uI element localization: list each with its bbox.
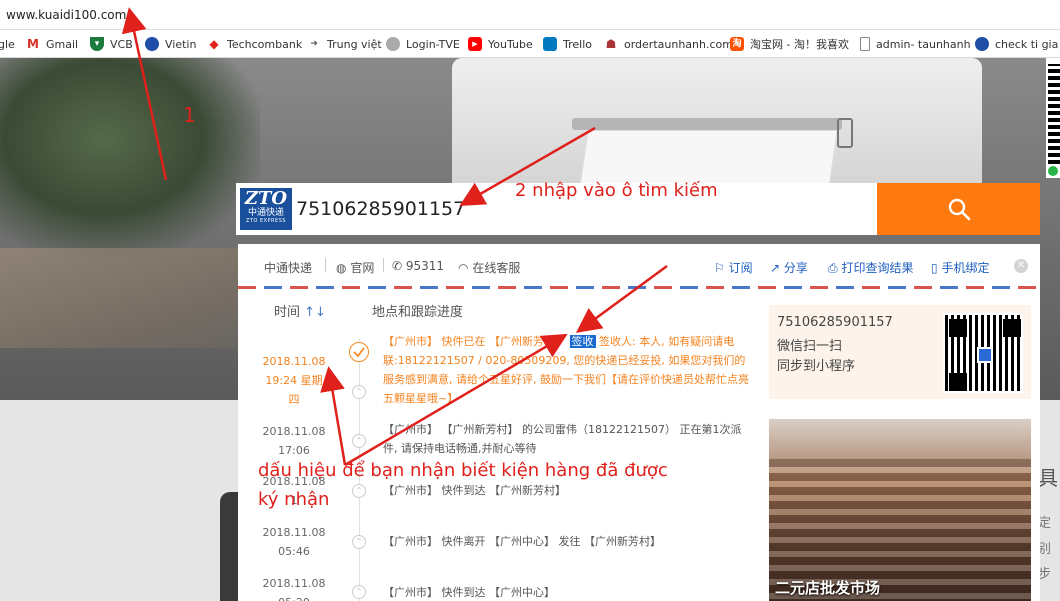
bookmark-taobao[interactable]: 淘淘宝网 - 淘！我喜欢 [730,36,849,52]
qr-code-icon[interactable] [943,313,1023,393]
event-text: 【广州市】 快件离开 【广州中心】 发往 【广州新芳村】 [383,535,661,548]
event-date: 2018.11.08 19:24 星期四 [262,355,326,406]
share-link[interactable]: ↗ 分享 [770,259,808,276]
signed-check-icon [349,342,369,362]
event-text-signed: 【广州市】 快件已在 【广州新芳村】 签收 签收人: 本人, 如有疑问请电联:1… [383,335,749,405]
timeline-dot: ⌃ [352,484,366,498]
bookmark-vcb[interactable]: ▾ VCB [90,36,133,52]
ad-caption: 二元店批发市场 [775,579,881,597]
annotation-step-2: 2 nhập vào ô tìm kiếm [515,180,718,201]
printer-icon: ⎙ [828,261,838,275]
search-button[interactable] [877,183,1040,235]
zto-logo: ZTO 中通快递 ZTO EXPRESS [240,188,292,230]
side-sync-text: 同步到小程序 [777,359,856,374]
arrow-icon: ➜ [307,37,321,51]
bookmark-admin-taunhanh[interactable]: admin- taunhanh [860,36,971,52]
timeline-dot: ⌃ [352,585,366,599]
side-tracking-number: 75106285901157 [777,315,893,330]
time-column-header[interactable]: 时间 ↑↓ [274,301,326,320]
event-text: 【广州市】 快件到达 【广州中心】 [383,586,555,599]
mobile-icon: ▯ [931,261,938,275]
url-text[interactable]: www.kuaidi100.com [6,8,126,22]
qr-code-icon [1048,64,1060,164]
side-scan-text: 微信扫一扫 [777,339,843,354]
bookmark-check-ti-gia[interactable]: check ti gia [975,36,1058,52]
print-link[interactable]: ⎙ 打印查询结果 [828,259,913,276]
bookmark-google[interactable]: gle [0,36,15,52]
event-date: 2018.11.08 05:46 [262,526,326,558]
bookmark-youtube[interactable]: ▶ YouTube [468,36,533,52]
timeline-dot: ⌃ [352,434,366,448]
detail-column-header: 地点和跟踪进度 [372,305,464,320]
airmail-divider [238,286,1040,289]
phone-link[interactable]: ✆ 95311 [392,259,444,273]
vcb-icon: ▾ [90,37,104,51]
wechat-icon [1048,166,1058,176]
annotation-step-1: 1 [183,103,196,127]
tracking-result-panel: 中通快递 ◍ 官网 ✆ 95311 ◠ 在线客服 ⚐ 订阅 ↗ 分享 ⎙ 打印查… [238,244,1040,601]
headset-icon: ◠ [458,261,469,275]
online-service-link[interactable]: ◠ 在线客服 [458,259,520,276]
bookmark-login-tve[interactable]: Login-TVE [386,36,460,52]
result-toolbar: 中通快递 ◍ 官网 ✆ 95311 ◠ 在线客服 ⚐ 订阅 ↗ 分享 ⎙ 打印查… [238,244,1040,286]
page-icon [860,37,870,51]
bookmarks-bar: gle MGmail ▾VCB Vietin ◆Techcombank ➜Tru… [0,30,1060,58]
wechat-sync-box: 75106285901157 微信扫一扫 同步到小程序 [769,305,1031,399]
login-icon [386,37,400,51]
vietin-icon [145,37,159,51]
signed-status-badge: 签收 [569,335,596,348]
address-bar[interactable]: www.kuaidi100.com [0,0,1060,30]
bookmark-ordertaunhanh[interactable]: ☗ ordertaunhanh.com [604,36,733,52]
gmail-icon: M [26,37,40,51]
timeline-dot: ⌃ [352,385,366,399]
check-icon [975,37,989,51]
subscribe-link[interactable]: ⚐ 订阅 [714,259,753,276]
website-link[interactable]: ◍ 官网 [336,259,374,276]
plant-decoration [0,58,260,258]
bookmark-icon: ⚐ [714,261,725,275]
bookmark-techcombank[interactable]: ◆ Techcombank [207,36,302,52]
globe-icon: ◍ [336,261,347,275]
bookmark-trung-viet[interactable]: ➜ Trung việt [307,36,382,52]
bookmark-vietin[interactable]: Vietin [145,36,196,52]
annotation-note-line-2: ký nhận [258,489,330,510]
carrier-name: 中通快递 [264,261,313,275]
event-text: 【广州市】 快件到达 【广州新芳村】 [383,484,566,497]
search-icon [948,198,971,221]
bookmark-trello[interactable]: Trello [543,36,592,52]
youtube-icon: ▶ [468,37,482,51]
event-date: 2018.11.08 17:06 [262,425,326,457]
sort-icon: ↑↓ [304,305,326,320]
phone-icon: ✆ [392,259,403,273]
edge-text-1: 具 [1038,466,1058,490]
annotation-note-line-1: dấu hiệu để bạn nhận biết kiện hàng đã đ… [258,460,668,481]
event-text: 【广州市】 【广州新芳村】 的公司雷伟（18122121507） 正在第1次派件… [383,423,742,455]
ad-banner[interactable]: 二元店批发市场 [769,419,1031,601]
side-qr-strip [1046,58,1060,178]
techcombank-icon: ◆ [207,37,221,51]
timeline-dot: ⌃ [352,535,366,549]
trello-icon [543,37,557,51]
taobao-icon: 淘 [730,37,744,51]
order-icon: ☗ [604,37,618,51]
bookmark-gmail[interactable]: M Gmail [26,36,78,52]
close-icon[interactable]: ✕ [1014,259,1028,273]
event-date: 2018.11.08 05:20 [262,577,326,601]
bind-phone-link[interactable]: ▯ 手机绑定 [931,259,989,276]
share-icon: ↗ [770,261,781,275]
